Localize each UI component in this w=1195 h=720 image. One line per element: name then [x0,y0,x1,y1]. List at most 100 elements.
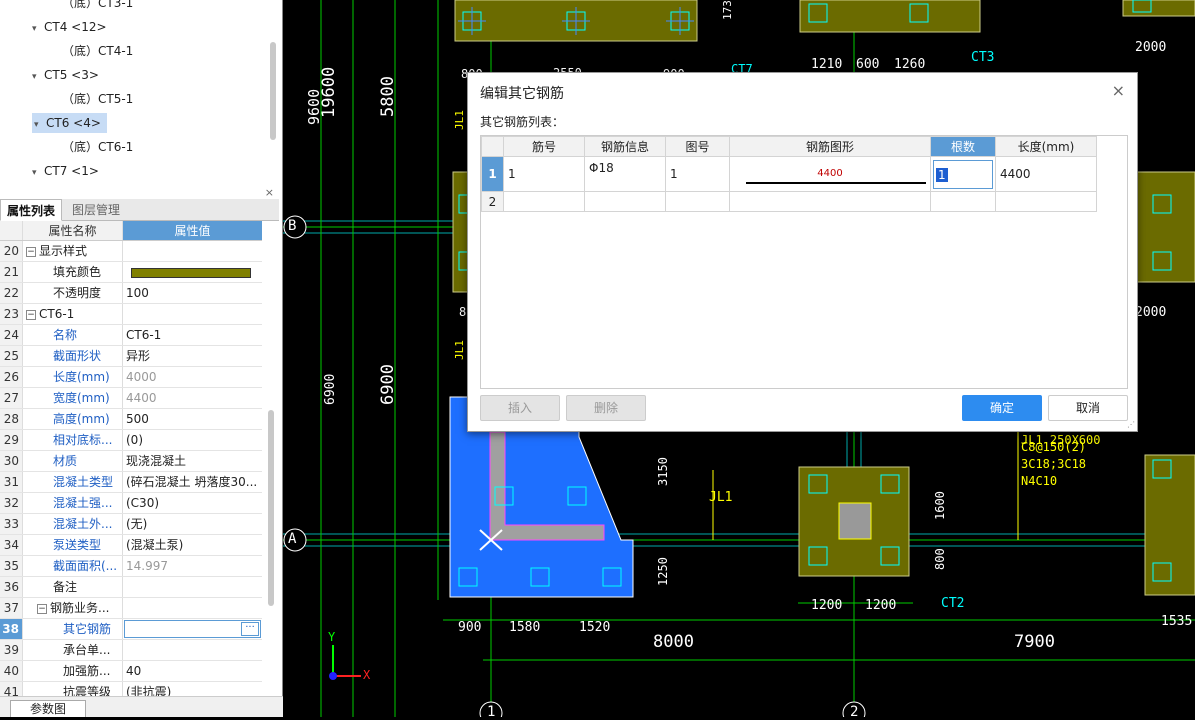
property-name-text: 高度(mm) [53,412,110,426]
property-value[interactable]: 4400 [123,388,262,408]
property-value[interactable]: 异形 [123,346,262,366]
table-row[interactable]: 2 [481,191,1097,212]
property-row[interactable]: 34 泵送类型 (混凝土泵) [0,535,262,556]
property-row[interactable]: 24 名称 CT6-1 [0,325,262,346]
property-value[interactable]: 14.997 [123,556,262,576]
table-row[interactable]: 1 1 Φ18 1 4400 1 4400 [481,156,1097,192]
property-value[interactable] [123,640,262,660]
cell-length[interactable] [995,191,1097,212]
property-row[interactable]: 30 材质 现浇混凝土 [0,451,262,472]
collapse-icon[interactable]: − [26,309,36,320]
property-row[interactable]: 27 宽度(mm) 4400 [0,388,262,409]
tree-scrollbar[interactable] [270,42,276,140]
tree-item-label: CT5 <3> [44,68,99,82]
property-row[interactable]: 25 截面形状 异形 [0,346,262,367]
close-icon[interactable]: × [1112,81,1125,100]
cell-count[interactable]: 1 [930,156,996,192]
row-number[interactable]: 2 [481,191,504,212]
ellipsis-button[interactable]: ··· [241,622,259,636]
tree-item[interactable]: ▾ CT6 <4> [32,113,107,133]
panel-close-icon[interactable]: × [265,186,274,199]
tab-layers[interactable]: 图层管理 [66,199,126,221]
property-value[interactable]: 40 [123,661,262,681]
tree-item[interactable]: ▾ CT7 <1> [32,161,99,181]
collapse-icon[interactable]: − [26,246,36,257]
count-input[interactable]: 1 [933,159,993,189]
row-number: 21 [0,262,23,282]
expand-arrow-icon[interactable]: ▾ [34,115,46,135]
property-value[interactable]: 500 [123,409,262,429]
property-row[interactable]: 26 长度(mm) 4000 [0,367,262,388]
cell-shape[interactable]: 4400 [729,156,931,192]
cell-code[interactable] [503,191,585,212]
tab-properties[interactable]: 属性列表 [0,199,63,221]
property-value[interactable]: (碎石混凝土 坍落度30... [123,472,262,492]
other-rebar-input[interactable]: ··· [124,620,261,638]
shape-length-label: 4400 [817,167,843,179]
property-value[interactable]: (C30) [123,493,262,513]
property-value[interactable] [123,304,262,324]
cell-count[interactable] [930,191,996,212]
insert-button[interactable]: 插入 [480,395,560,421]
property-value[interactable]: 4000 [123,367,262,387]
footing-ct[interactable] [1122,0,1195,17]
column[interactable] [838,502,872,540]
tree-item[interactable]: ▾ CT4 <12> [32,17,107,37]
property-row[interactable]: 36 备注 [0,577,262,598]
delete-button[interactable]: 删除 [566,395,646,421]
property-value[interactable] [123,241,262,261]
property-value[interactable]: 现浇混凝土 [123,451,262,471]
cancel-button[interactable]: 取消 [1048,395,1128,421]
resize-grip-icon[interactable]: ⋰ [1127,420,1135,429]
property-row[interactable]: 21 填充颜色 [0,262,262,283]
property-row[interactable]: 35 截面面积(... 14.997 [0,556,262,577]
property-value[interactable]: (混凝土泵) [123,535,262,555]
property-value[interactable]: (0) [123,430,262,450]
tree-item[interactable]: ▾ CT5 <3> [32,65,99,85]
cell-info[interactable] [584,191,666,212]
property-row[interactable]: 23− CT6-1 [0,304,262,325]
property-row[interactable]: 22 不透明度 100 [0,283,262,304]
cell-fig[interactable]: 1 [665,156,730,192]
grid-scrollbar[interactable] [268,410,274,606]
cell-shape[interactable] [729,191,931,212]
collapse-icon[interactable]: − [37,603,47,614]
tree-item[interactable]: （底）CT3-1 [62,0,133,13]
property-row[interactable]: 32 混凝土强... (C30) [0,493,262,514]
property-value[interactable]: (无) [123,514,262,534]
property-row[interactable]: 29 相对底标... (0) [0,430,262,451]
property-value[interactable] [123,262,262,282]
expand-arrow-icon[interactable]: ▾ [32,19,44,39]
tree-item-label: （底）CT5-1 [62,92,134,106]
cell-length[interactable]: 4400 [995,156,1097,192]
property-value[interactable]: 100 [123,283,262,303]
tree-item[interactable]: （底）CT4-1 [62,41,133,61]
property-name-text: 泵送类型 [53,538,102,552]
property-value[interactable] [123,598,262,618]
row-number[interactable]: 1 [481,156,504,192]
fill-color-swatch[interactable] [131,267,251,278]
property-row[interactable]: 40 加强筋... 40 [0,661,262,682]
cell-code[interactable]: 1 [503,156,585,192]
property-name-text: 混凝土类型 [53,475,114,489]
property-row[interactable]: 33 混凝土外... (无) [0,514,262,535]
beam-label-jl1: JL1 [453,110,466,130]
expand-arrow-icon[interactable]: ▾ [32,163,44,182]
expand-arrow-icon[interactable]: ▾ [32,67,44,87]
cell-fig[interactable] [665,191,730,212]
property-row[interactable]: 39 承台单... [0,640,262,661]
ok-button[interactable]: 确定 [962,395,1042,421]
property-value[interactable]: CT6-1 [123,325,262,345]
property-row[interactable]: 31 混凝土类型 (碎石混凝土 坍落度30... [0,472,262,493]
property-row[interactable]: 37− 钢筋业务... [0,598,262,619]
tree-item[interactable]: （底）CT5-1 [62,89,133,109]
footing-ct[interactable] [1134,171,1195,283]
property-value[interactable] [123,577,262,597]
cell-info[interactable]: Φ18 [584,156,666,192]
property-row[interactable]: 38 其它钢筋 ··· [0,619,262,640]
property-row[interactable]: 20− 显示样式 [0,241,262,262]
tree-item[interactable]: （底）CT6-1 [62,137,133,157]
tab-param-diagram[interactable]: 参数图 [10,700,86,717]
component-label-ct3: CT3 [971,50,995,65]
property-row[interactable]: 28 高度(mm) 500 [0,409,262,430]
